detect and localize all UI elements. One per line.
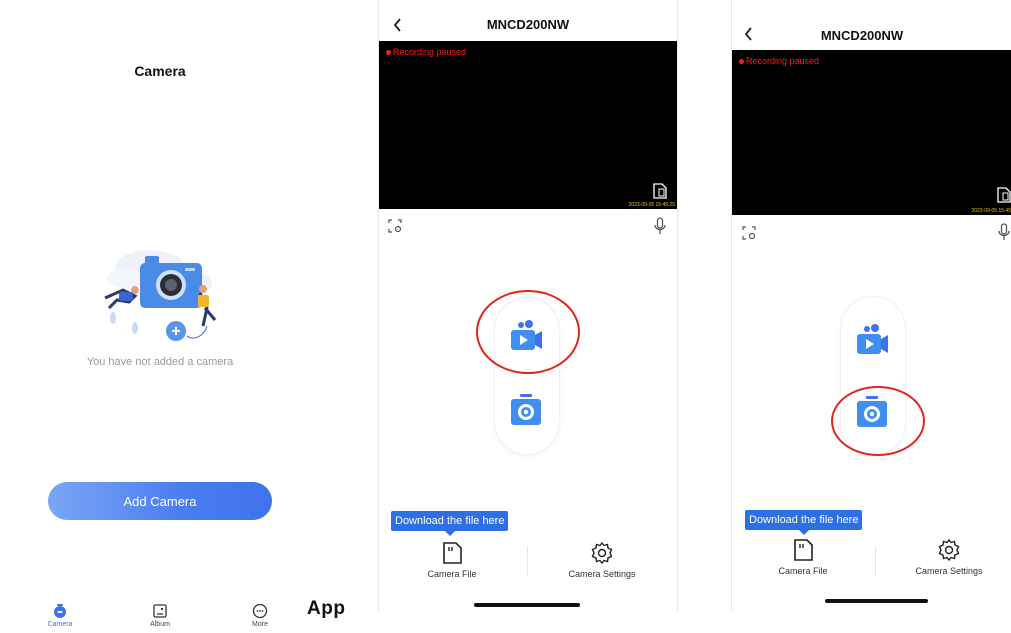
recording-status: Recording paused [386, 47, 466, 57]
video-mode-highlight [476, 290, 580, 374]
camera-settings-label: Camera Settings [568, 569, 636, 579]
switch-camera-icon[interactable] [741, 225, 757, 241]
empty-state-message: You have not added a camera [86, 356, 234, 368]
microphone-icon[interactable] [653, 217, 667, 235]
caption-text: App [307, 598, 346, 619]
switch-camera-icon[interactable] [387, 218, 403, 234]
recording-status-text: Recording paused [393, 47, 467, 57]
photo-mode-icon[interactable] [508, 392, 544, 428]
sd-card-icon [794, 539, 813, 561]
recording-status-text: Recording paused [746, 56, 820, 66]
recording-status: Recording paused [739, 56, 819, 66]
sd-card-icon[interactable] [653, 183, 667, 199]
camera-live-screen: MNCD200NW Recording paused 2023-09-05 15… [379, 0, 677, 633]
recording-dot-icon [386, 49, 391, 55]
recording-dot-icon [739, 58, 744, 64]
video-mode-icon[interactable] [854, 322, 890, 358]
camera-tab-icon [54, 604, 66, 618]
video-timestamp: 2023-09-05 15:45 [971, 208, 1011, 214]
tab-camera-label: Camera [47, 621, 73, 628]
live-video-view[interactable]: Recording paused 2023-09-05 15:45:25 [379, 41, 677, 209]
sd-card-icon[interactable] [997, 187, 1011, 203]
camera-file-button[interactable]: Camera File [412, 541, 492, 579]
bottom-divider [527, 546, 528, 576]
video-timestamp: 2023-09-05 15:45:25 [628, 202, 675, 208]
add-camera-button[interactable]: Add Camera [48, 482, 272, 520]
panel-divider [677, 0, 678, 612]
sd-card-icon [443, 542, 462, 564]
tab-album-label: Album [150, 621, 170, 628]
tab-album[interactable]: Album [130, 600, 190, 628]
album-icon [153, 604, 167, 618]
bottom-tab-bar: Camera Album More [0, 600, 320, 633]
page-title: Camera [134, 63, 186, 79]
download-tooltip: Download the file here [391, 511, 509, 536]
camera-home-screen: Camera You have not added a camera Add C… [0, 0, 340, 633]
home-indicator [474, 603, 580, 607]
tab-more[interactable]: More [230, 600, 290, 628]
gear-icon [591, 541, 613, 565]
tab-more-label: More [252, 621, 268, 628]
empty-state-illustration [104, 250, 217, 341]
device-title: MNCD200NW [486, 17, 570, 32]
download-tooltip: Download the file here [745, 510, 863, 535]
camera-settings-button[interactable]: Camera Settings [557, 541, 647, 579]
gear-icon [938, 538, 960, 562]
bottom-divider [875, 546, 876, 576]
camera-file-label: Camera File [427, 569, 477, 579]
home-indicator [825, 599, 928, 603]
camera-settings-button[interactable]: Camera Settings [904, 538, 994, 576]
camera-file-button[interactable]: Camera File [763, 538, 843, 576]
camera-settings-label: Camera Settings [915, 566, 983, 576]
photo-mode-highlight [831, 386, 925, 456]
live-video-view[interactable]: Recording paused 2023-09-05 15:45 [732, 50, 1011, 215]
tab-camera[interactable]: Camera [30, 600, 90, 628]
device-title: MNCD200NW [820, 28, 904, 43]
microphone-icon[interactable] [997, 223, 1011, 241]
camera-live-screen-photo: MNCD200NW Recording paused 2023-09-05 15… [732, 0, 1011, 633]
more-icon [252, 603, 268, 619]
camera-file-label: Camera File [778, 566, 828, 576]
